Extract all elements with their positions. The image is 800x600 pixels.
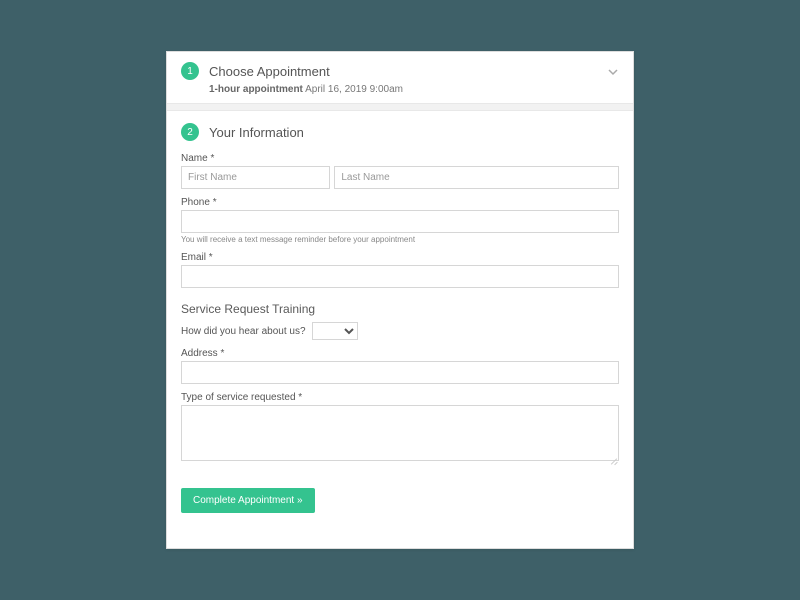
email-input[interactable] — [181, 265, 619, 288]
phone-input[interactable] — [181, 210, 619, 233]
hear-about-us-label: How did you hear about us? — [181, 326, 306, 337]
step1-number-badge: 1 — [181, 62, 199, 80]
phone-label: Phone * — [181, 197, 619, 208]
appointment-type: 1-hour appointment — [209, 84, 303, 95]
step2-number-badge: 2 — [181, 123, 199, 141]
service-request-heading: Service Request Training — [181, 302, 619, 316]
step1-title: Choose Appointment — [209, 64, 330, 79]
service-type-label: Type of service requested * — [181, 392, 619, 403]
appointment-datetime: April 16, 2019 9:00am — [303, 84, 403, 95]
service-type-wrap — [181, 405, 619, 466]
address-input[interactable] — [181, 361, 619, 384]
phone-hint: You will receive a text message reminder… — [181, 235, 619, 244]
step2-title: Your Information — [209, 125, 304, 140]
last-name-input[interactable] — [334, 166, 619, 189]
step2-header: 2 Your Information — [167, 111, 633, 145]
step1-summary: 1-hour appointment April 16, 2019 9:00am — [167, 84, 633, 103]
name-label: Name * — [181, 153, 619, 164]
complete-appointment-button[interactable]: Complete Appointment » — [181, 488, 315, 513]
address-label: Address * — [181, 348, 619, 359]
service-type-textarea[interactable] — [181, 405, 619, 461]
hear-about-us-field: How did you hear about us? — [181, 322, 619, 340]
chevron-down-icon[interactable] — [607, 66, 619, 81]
first-name-input[interactable] — [181, 166, 330, 189]
step1-header[interactable]: 1 Choose Appointment — [167, 52, 633, 84]
form-body: Name * Phone * You will receive a text m… — [167, 153, 633, 525]
appointment-form-card: 1 Choose Appointment 1-hour appointment … — [166, 51, 634, 549]
hear-about-us-select[interactable] — [312, 322, 358, 340]
section-divider — [167, 103, 633, 111]
email-label: Email * — [181, 252, 619, 263]
name-row — [181, 166, 619, 189]
